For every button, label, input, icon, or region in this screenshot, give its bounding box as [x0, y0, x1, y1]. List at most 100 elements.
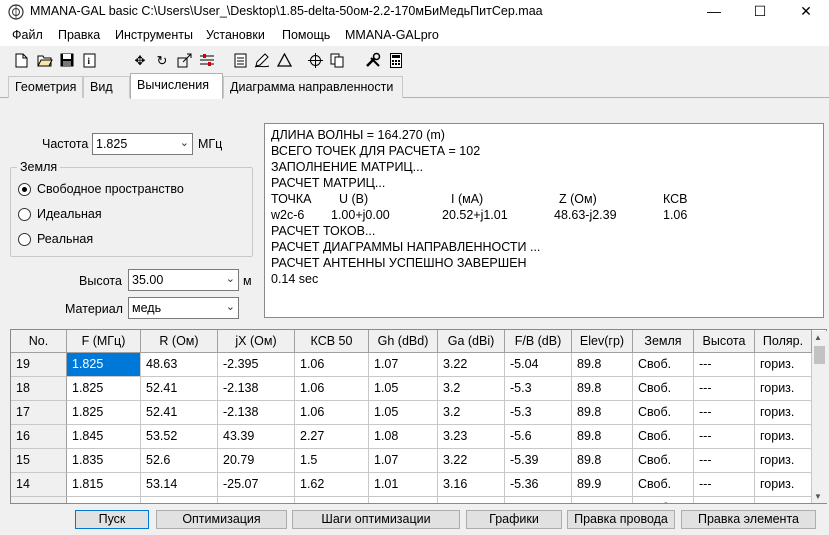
table-cell[interactable]: 53.52 — [141, 425, 218, 449]
table-cell[interactable]: 89.8 — [572, 425, 633, 449]
column-header[interactable]: Gh (dBd) — [369, 330, 438, 353]
menu-edit[interactable]: Правка — [58, 28, 100, 42]
start-button[interactable]: Пуск — [75, 510, 149, 529]
menu-mmana-gal-pro[interactable]: MMANA-GALpro — [345, 28, 439, 42]
table-cell[interactable]: 1.08 — [369, 425, 438, 449]
row-number-cell[interactable]: 14 — [11, 473, 67, 497]
optimization-steps-button[interactable]: Шаги оптимизации — [292, 510, 460, 529]
table-cell[interactable]: -5.04 — [505, 353, 572, 377]
table-cell[interactable]: 89.9 — [572, 473, 633, 497]
table-cell[interactable]: --- — [694, 449, 755, 473]
scrollbar-thumb[interactable] — [814, 346, 825, 364]
move-icon[interactable]: ✥ — [131, 51, 149, 69]
table-cell[interactable]: Своб. — [633, 449, 694, 473]
table-cell[interactable]: -5.29 — [505, 497, 572, 503]
table-cell[interactable]: --- — [694, 473, 755, 497]
table-cell[interactable]: гориз. — [755, 401, 812, 425]
table-cell[interactable]: -2.138 — [218, 401, 295, 425]
table-cell[interactable]: гориз. — [755, 497, 812, 503]
height-combo[interactable]: 35.00 ⌄ — [128, 269, 239, 291]
table-cell[interactable]: -5.36 — [505, 473, 572, 497]
table-cell[interactable]: 3.2 — [438, 377, 505, 401]
edit-wire-button[interactable]: Правка провода — [567, 510, 675, 529]
table-cell[interactable]: 52.41 — [141, 401, 218, 425]
table-cell[interactable]: 20.79 — [218, 449, 295, 473]
table-cell[interactable]: -47.07 — [218, 497, 295, 503]
tab-geometry[interactable]: Геометрия — [8, 76, 83, 98]
row-number-cell[interactable]: 17 — [11, 401, 67, 425]
table-cell[interactable]: Своб. — [633, 377, 694, 401]
table-cell[interactable]: гориз. — [755, 425, 812, 449]
table-cell[interactable]: 53.14 — [141, 473, 218, 497]
table-cell[interactable]: 3.2 — [438, 401, 505, 425]
graphs-button[interactable]: Графики — [466, 510, 562, 529]
table-cell[interactable]: 1.825 — [67, 377, 141, 401]
table-cell[interactable]: 1.07 — [369, 353, 438, 377]
row-number-cell[interactable]: 18 — [11, 377, 67, 401]
table-cell[interactable]: Своб. — [633, 473, 694, 497]
new-file-icon[interactable] — [12, 51, 30, 69]
table-cell[interactable]: -5.39 — [505, 449, 572, 473]
menu-file[interactable]: Файл — [12, 28, 43, 42]
menu-tools[interactable]: Инструменты — [115, 28, 193, 42]
table-cell[interactable]: 1.825 — [67, 401, 141, 425]
copy-icon[interactable] — [328, 51, 346, 69]
rotate-icon[interactable]: ↻ — [153, 51, 171, 69]
table-cell[interactable]: 48.63 — [141, 353, 218, 377]
row-number-cell[interactable]: 19 — [11, 353, 67, 377]
column-header[interactable]: Elev(гр) — [572, 330, 633, 353]
table-cell[interactable]: 1.06 — [295, 401, 369, 425]
table-cell[interactable]: -2.138 — [218, 377, 295, 401]
tab-calculation[interactable]: Вычисления — [130, 73, 223, 99]
table-cell[interactable]: 3.1 — [438, 497, 505, 503]
table-cell[interactable]: 3.23 — [438, 425, 505, 449]
table-cell[interactable]: 43.39 — [218, 425, 295, 449]
minimize-button[interactable]: — — [691, 0, 737, 24]
table-cell[interactable]: 51.85 — [141, 497, 218, 503]
column-header[interactable]: Поляр. — [755, 330, 812, 353]
table-cell[interactable]: 89.8 — [572, 449, 633, 473]
table-cell[interactable]: 1.805 — [67, 497, 141, 503]
earth-radio-free-space[interactable] — [18, 183, 31, 196]
table-cell[interactable]: --- — [694, 401, 755, 425]
table-cell[interactable]: -5.3 — [505, 377, 572, 401]
edit-element-button[interactable]: Правка элемента — [681, 510, 816, 529]
table-view-icon[interactable] — [231, 51, 249, 69]
close-button[interactable]: ✕ — [783, 0, 829, 24]
table-cell[interactable]: 0.95 — [369, 497, 438, 503]
table-cell[interactable]: гориз. — [755, 473, 812, 497]
table-cell[interactable]: 1.07 — [369, 449, 438, 473]
earth-option-real[interactable]: Реальная — [37, 232, 93, 246]
table-cell[interactable]: --- — [694, 497, 755, 503]
calculator-icon[interactable] — [387, 51, 405, 69]
table-cell[interactable]: 1.01 — [369, 473, 438, 497]
table-cell[interactable]: 3.22 — [438, 449, 505, 473]
table-cell[interactable]: 2.27 — [295, 425, 369, 449]
table-cell[interactable]: 3.22 — [438, 353, 505, 377]
edit-pen-icon[interactable] — [253, 51, 271, 69]
triangle-icon[interactable] — [275, 51, 293, 69]
table-cell[interactable]: --- — [694, 353, 755, 377]
table-cell[interactable]: 1.62 — [295, 473, 369, 497]
column-header[interactable]: Ga (dBi) — [438, 330, 505, 353]
optimization-button[interactable]: Оптимизация — [156, 510, 287, 529]
table-cell[interactable]: 52.6 — [141, 449, 218, 473]
wire-segments-icon[interactable] — [198, 51, 216, 69]
table-cell[interactable]: 2.43 — [295, 497, 369, 503]
row-number-cell[interactable]: 15 — [11, 449, 67, 473]
scroll-down-arrow-icon[interactable]: ▼ — [814, 492, 822, 501]
table-cell[interactable]: 89.8 — [572, 353, 633, 377]
material-combo[interactable]: медь ⌄ — [128, 297, 239, 319]
tools-icon[interactable] — [364, 51, 382, 69]
table-cell[interactable]: 89.8 — [572, 377, 633, 401]
table-cell[interactable]: 1.05 — [369, 401, 438, 425]
target-icon[interactable] — [306, 51, 324, 69]
table-cell[interactable]: 1.06 — [295, 353, 369, 377]
table-cell[interactable]: 1.815 — [67, 473, 141, 497]
table-cell[interactable]: гориз. — [755, 449, 812, 473]
scroll-up-arrow-icon[interactable]: ▲ — [814, 333, 822, 342]
table-cell[interactable]: 1.845 — [67, 425, 141, 449]
table-cell[interactable]: 1.5 — [295, 449, 369, 473]
earth-option-perfect[interactable]: Идеальная — [37, 207, 102, 221]
earth-option-free-space[interactable]: Свободное пространство — [37, 182, 184, 196]
